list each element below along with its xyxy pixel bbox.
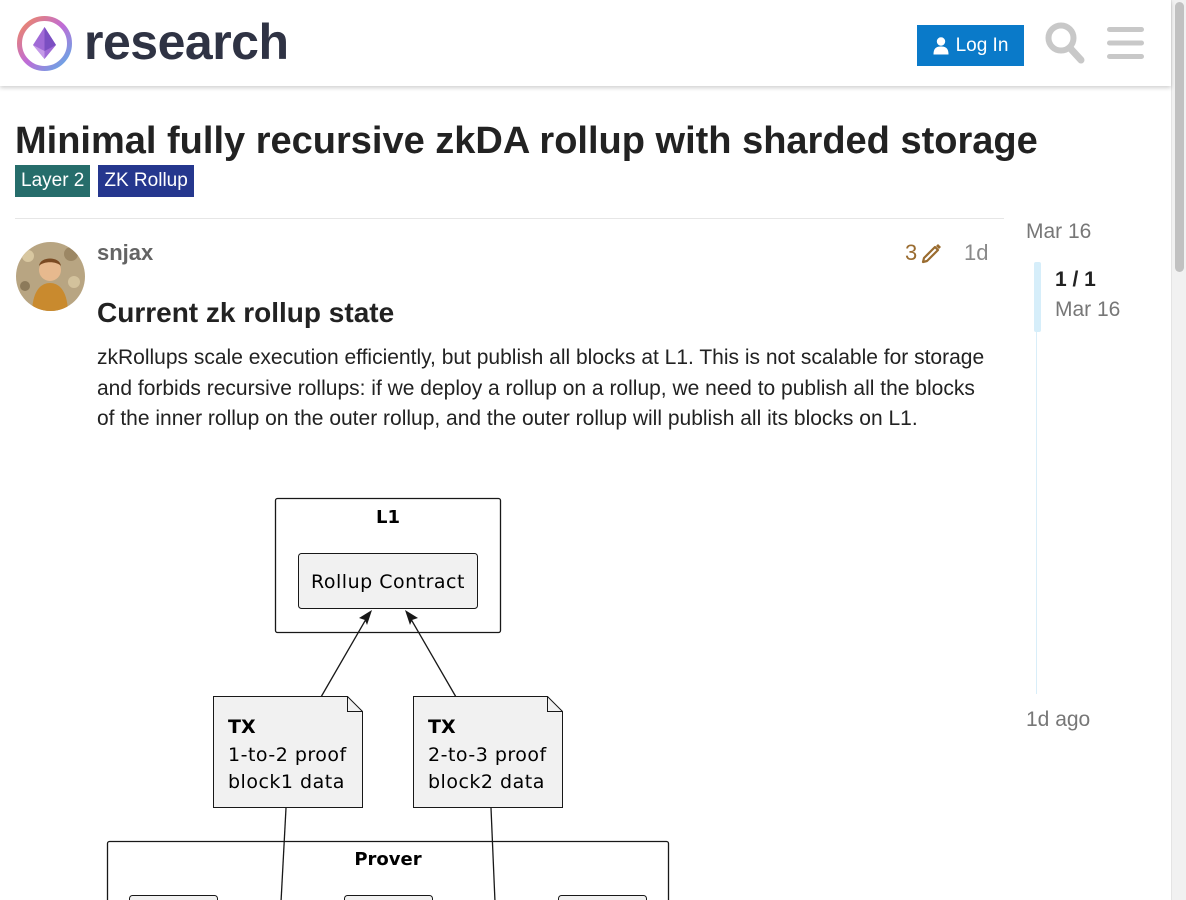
topic-tags: Layer 2 ZK Rollup — [15, 165, 194, 197]
timeline-start-date[interactable]: Mar 16 — [1026, 220, 1091, 244]
prover-inner-box-1 — [129, 895, 218, 900]
scrollbar-thumb[interactable] — [1175, 2, 1184, 272]
post-heading: Current zk rollup state — [97, 297, 395, 328]
login-button[interactable]: Log In — [917, 25, 1024, 66]
prover-label: Prover — [354, 849, 421, 870]
rollup-contract-label: Rollup Contract — [311, 571, 465, 593]
prover-inner-box-2 — [344, 895, 433, 900]
login-label: Log In — [955, 34, 1009, 56]
user-icon — [933, 36, 949, 54]
tx2-title: TX — [428, 716, 456, 738]
post-date[interactable]: 1d — [964, 240, 988, 266]
pencil-icon — [922, 244, 942, 264]
page-scrollbar[interactable] — [1171, 0, 1186, 900]
tag-layer-2[interactable]: Layer 2 — [15, 165, 91, 197]
avatar-image — [16, 242, 85, 311]
tx2-line1: 2-to-3 proof — [428, 744, 548, 766]
site-header: research Log In — [0, 0, 1171, 86]
topic-title[interactable]: Minimal fully recursive zkDA rollup with… — [15, 118, 1038, 164]
timeline-handle[interactable] — [1034, 262, 1041, 332]
timeline-current-date: Mar 16 — [1055, 298, 1121, 321]
hamburger-menu-icon[interactable] — [1107, 26, 1144, 60]
avatar[interactable] — [16, 242, 85, 311]
timeline-end-label[interactable]: 1d ago — [1026, 708, 1090, 732]
post-body-text: zkRollups scale execution efficiently, b… — [97, 346, 985, 431]
tx1-line1: 1-to-2 proof — [228, 744, 348, 766]
site-logo-text[interactable]: research — [84, 12, 289, 72]
tx1-line2: block1 data — [228, 771, 345, 793]
tx2-line2: block2 data — [428, 771, 545, 793]
timeline-position: 1 / 1 — [1055, 268, 1096, 291]
tag-zk-rollup[interactable]: ZK Rollup — [98, 165, 194, 197]
title-divider — [15, 218, 1004, 219]
logo-icon[interactable] — [16, 15, 73, 72]
rollup-diagram: L1 Rollup Contract TX 1-to-2 proof block… — [106, 497, 670, 900]
l1-label: L1 — [376, 507, 400, 528]
edit-count: 3 — [905, 240, 918, 265]
tx1-title: TX — [228, 716, 256, 738]
post-author[interactable]: snjax — [97, 240, 153, 266]
search-icon[interactable] — [1045, 22, 1085, 64]
prover-inner-box-3 — [558, 895, 647, 900]
edit-history-button[interactable]: 3 — [905, 240, 943, 266]
